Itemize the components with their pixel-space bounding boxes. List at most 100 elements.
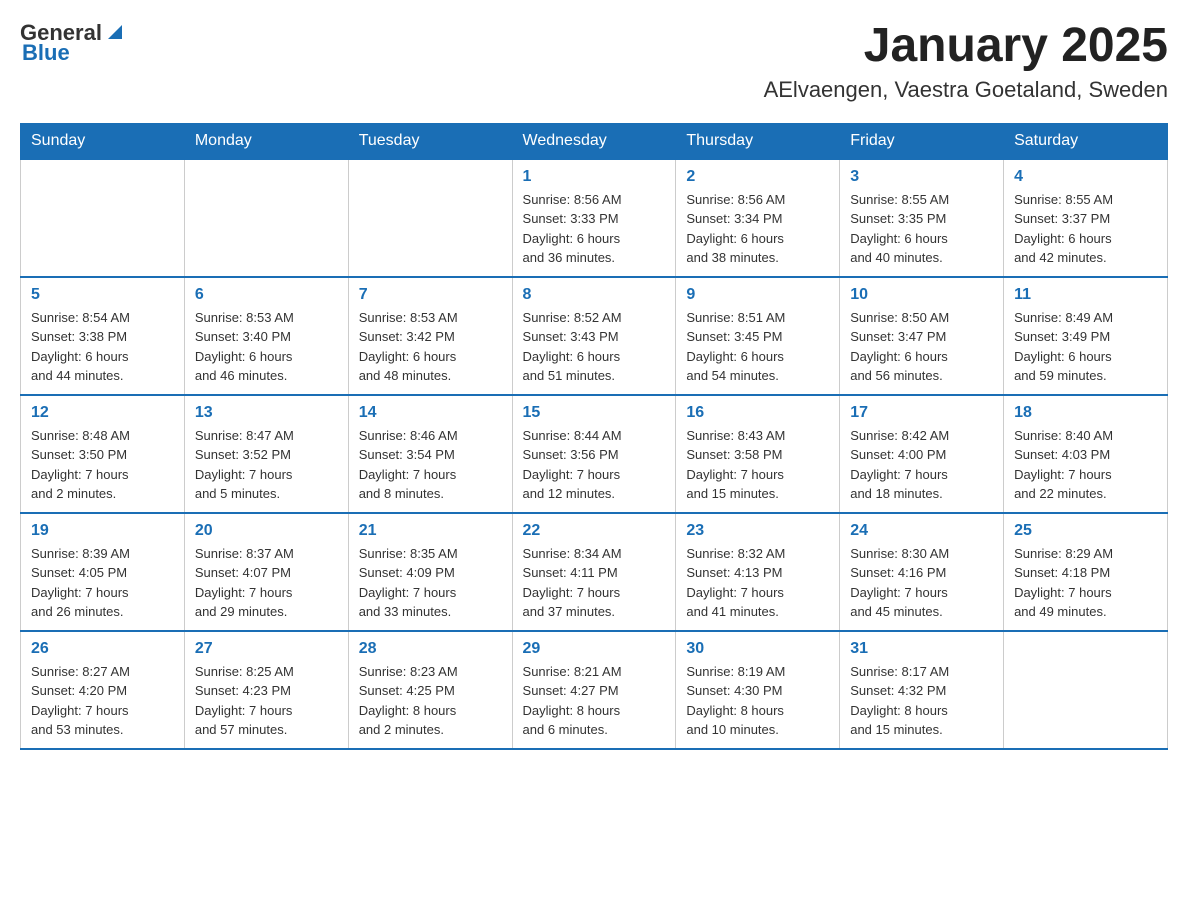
day-info: Sunrise: 8:37 AMSunset: 4:07 PMDaylight:…	[195, 544, 338, 622]
day-cell: 24 Sunrise: 8:30 AMSunset: 4:16 PMDayligh…	[840, 513, 1004, 631]
calendar-table: SundayMondayTuesdayWednesdayThursdayFrid…	[20, 123, 1168, 750]
day-info: Sunrise: 8:27 AMSunset: 4:20 PMDaylight:…	[31, 662, 174, 740]
day-number: 13	[195, 404, 338, 422]
weekday-header-thursday: Thursday	[676, 123, 840, 159]
day-cell: 19 Sunrise: 8:39 AMSunset: 4:05 PMDayligh…	[21, 513, 185, 631]
day-info: Sunrise: 8:42 AMSunset: 4:00 PMDaylight:…	[850, 426, 993, 504]
month-title: January 2025	[764, 20, 1168, 73]
day-cell: 13 Sunrise: 8:47 AMSunset: 3:52 PMDayligh…	[184, 395, 348, 513]
day-info: Sunrise: 8:32 AMSunset: 4:13 PMDaylight:…	[686, 544, 829, 622]
day-info: Sunrise: 8:43 AMSunset: 3:58 PMDaylight:…	[686, 426, 829, 504]
day-number: 18	[1014, 404, 1157, 422]
day-cell: 18Sunrise: 8:40 AMSunset: 4:03 PMDayligh…	[1004, 395, 1168, 513]
day-number: 28	[359, 640, 502, 658]
logo: General Blue	[20, 20, 126, 66]
day-info: Sunrise: 8:50 AMSunset: 3:47 PMDaylight:…	[850, 308, 993, 386]
day-cell: 23 Sunrise: 8:32 AMSunset: 4:13 PMDayligh…	[676, 513, 840, 631]
title-area: January 2025 AElvaengen, Vaestra Goetala…	[764, 20, 1168, 103]
day-number: 14	[359, 404, 502, 422]
day-number: 19	[31, 522, 174, 540]
weekday-header-tuesday: Tuesday	[348, 123, 512, 159]
day-number: 22	[523, 522, 666, 540]
day-cell	[348, 159, 512, 277]
day-info: Sunrise: 8:53 AMSunset: 3:42 PMDaylight:…	[359, 308, 502, 386]
day-cell: 22Sunrise: 8:34 AMSunset: 4:11 PMDayligh…	[512, 513, 676, 631]
logo-triangle-icon	[104, 21, 126, 43]
day-cell: 28 Sunrise: 8:23 AMSunset: 4:25 PMDayligh…	[348, 631, 512, 749]
day-info: Sunrise: 8:52 AMSunset: 3:43 PMDaylight:…	[523, 308, 666, 386]
day-cell: 11Sunrise: 8:49 AMSunset: 3:49 PMDayligh…	[1004, 277, 1168, 395]
day-info: Sunrise: 8:51 AMSunset: 3:45 PMDaylight:…	[686, 308, 829, 386]
weekday-header-row: SundayMondayTuesdayWednesdayThursdayFrid…	[21, 123, 1168, 159]
day-cell: 25 Sunrise: 8:29 AMSunset: 4:18 PMDayligh…	[1004, 513, 1168, 631]
day-cell: 12Sunrise: 8:48 AMSunset: 3:50 PMDayligh…	[21, 395, 185, 513]
day-number: 27	[195, 640, 338, 658]
week-row-4: 19 Sunrise: 8:39 AMSunset: 4:05 PMDayligh…	[21, 513, 1168, 631]
day-number: 7	[359, 286, 502, 304]
day-number: 4	[1014, 168, 1157, 186]
day-info: Sunrise: 8:29 AMSunset: 4:18 PMDaylight:…	[1014, 544, 1157, 622]
day-cell: 16 Sunrise: 8:43 AMSunset: 3:58 PMDayligh…	[676, 395, 840, 513]
day-info: Sunrise: 8:30 AMSunset: 4:16 PMDaylight:…	[850, 544, 993, 622]
day-number: 25	[1014, 522, 1157, 540]
day-info: Sunrise: 8:46 AMSunset: 3:54 PMDaylight:…	[359, 426, 502, 504]
day-number: 2	[686, 168, 829, 186]
day-info: Sunrise: 8:54 AMSunset: 3:38 PMDaylight:…	[31, 308, 174, 386]
day-cell: 3 Sunrise: 8:55 AMSunset: 3:35 PMDaylight…	[840, 159, 1004, 277]
page-header: General Blue January 2025 AElvaengen, Va…	[20, 20, 1168, 103]
day-info: Sunrise: 8:55 AMSunset: 3:37 PMDaylight:…	[1014, 190, 1157, 268]
day-number: 31	[850, 640, 993, 658]
day-cell: 31Sunrise: 8:17 AMSunset: 4:32 PMDayligh…	[840, 631, 1004, 749]
day-number: 10	[850, 286, 993, 304]
day-number: 23	[686, 522, 829, 540]
day-info: Sunrise: 8:56 AMSunset: 3:34 PMDaylight:…	[686, 190, 829, 268]
day-number: 16	[686, 404, 829, 422]
day-number: 6	[195, 286, 338, 304]
week-row-2: 5 Sunrise: 8:54 AMSunset: 3:38 PMDaylight…	[21, 277, 1168, 395]
day-cell: 14 Sunrise: 8:46 AMSunset: 3:54 PMDayligh…	[348, 395, 512, 513]
day-number: 29	[523, 640, 666, 658]
week-row-1: 1Sunrise: 8:56 AMSunset: 3:33 PMDaylight…	[21, 159, 1168, 277]
day-info: Sunrise: 8:47 AMSunset: 3:52 PMDaylight:…	[195, 426, 338, 504]
day-info: Sunrise: 8:39 AMSunset: 4:05 PMDaylight:…	[31, 544, 174, 622]
day-number: 24	[850, 522, 993, 540]
day-number: 9	[686, 286, 829, 304]
day-info: Sunrise: 8:48 AMSunset: 3:50 PMDaylight:…	[31, 426, 174, 504]
day-cell: 29Sunrise: 8:21 AMSunset: 4:27 PMDayligh…	[512, 631, 676, 749]
day-cell: 7 Sunrise: 8:53 AMSunset: 3:42 PMDaylight…	[348, 277, 512, 395]
day-info: Sunrise: 8:44 AMSunset: 3:56 PMDaylight:…	[523, 426, 666, 504]
day-cell: 20 Sunrise: 8:37 AMSunset: 4:07 PMDayligh…	[184, 513, 348, 631]
day-cell: 26Sunrise: 8:27 AMSunset: 4:20 PMDayligh…	[21, 631, 185, 749]
day-info: Sunrise: 8:19 AMSunset: 4:30 PMDaylight:…	[686, 662, 829, 740]
day-number: 5	[31, 286, 174, 304]
day-number: 17	[850, 404, 993, 422]
day-info: Sunrise: 8:55 AMSunset: 3:35 PMDaylight:…	[850, 190, 993, 268]
weekday-header-sunday: Sunday	[21, 123, 185, 159]
day-cell: 10 Sunrise: 8:50 AMSunset: 3:47 PMDayligh…	[840, 277, 1004, 395]
day-number: 11	[1014, 286, 1157, 304]
weekday-header-saturday: Saturday	[1004, 123, 1168, 159]
day-info: Sunrise: 8:53 AMSunset: 3:40 PMDaylight:…	[195, 308, 338, 386]
week-row-3: 12Sunrise: 8:48 AMSunset: 3:50 PMDayligh…	[21, 395, 1168, 513]
logo-blue-text: Blue	[22, 40, 70, 66]
day-info: Sunrise: 8:56 AMSunset: 3:33 PMDaylight:…	[523, 190, 666, 268]
weekday-header-wednesday: Wednesday	[512, 123, 676, 159]
day-number: 20	[195, 522, 338, 540]
day-number: 3	[850, 168, 993, 186]
weekday-header-monday: Monday	[184, 123, 348, 159]
day-info: Sunrise: 8:35 AMSunset: 4:09 PMDaylight:…	[359, 544, 502, 622]
location-title: AElvaengen, Vaestra Goetaland, Sweden	[764, 77, 1168, 103]
day-number: 8	[523, 286, 666, 304]
day-cell: 15 Sunrise: 8:44 AMSunset: 3:56 PMDayligh…	[512, 395, 676, 513]
day-cell: 9 Sunrise: 8:51 AMSunset: 3:45 PMDaylight…	[676, 277, 840, 395]
day-cell: 21 Sunrise: 8:35 AMSunset: 4:09 PMDayligh…	[348, 513, 512, 631]
day-cell	[21, 159, 185, 277]
day-number: 15	[523, 404, 666, 422]
day-number: 21	[359, 522, 502, 540]
day-cell: 30Sunrise: 8:19 AMSunset: 4:30 PMDayligh…	[676, 631, 840, 749]
day-cell	[184, 159, 348, 277]
week-row-5: 26Sunrise: 8:27 AMSunset: 4:20 PMDayligh…	[21, 631, 1168, 749]
day-info: Sunrise: 8:23 AMSunset: 4:25 PMDaylight:…	[359, 662, 502, 740]
weekday-header-friday: Friday	[840, 123, 1004, 159]
day-cell: 6 Sunrise: 8:53 AMSunset: 3:40 PMDaylight…	[184, 277, 348, 395]
